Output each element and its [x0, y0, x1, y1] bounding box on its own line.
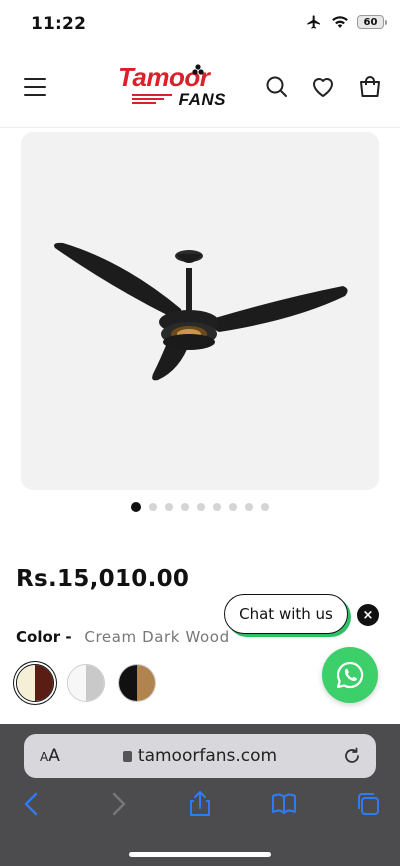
chat-close-button[interactable]: × [357, 604, 379, 626]
cart-bag-icon[interactable] [357, 74, 383, 100]
whatsapp-icon [336, 661, 364, 689]
search-icon[interactable] [264, 74, 290, 100]
url-display[interactable]: tamoorfans.com [24, 746, 376, 766]
gallery-pagination [0, 502, 400, 512]
status-icons: 60 [305, 14, 387, 30]
selected-color-value: Cream Dark Wood [84, 628, 230, 646]
gallery-dot[interactable] [165, 503, 173, 511]
forward-arrow-icon[interactable] [104, 790, 132, 818]
chat-with-us-button[interactable]: Chat with us [224, 594, 348, 634]
airplane-icon [307, 15, 320, 29]
logo-fan-icon [192, 64, 204, 75]
gallery-dot[interactable] [245, 503, 253, 511]
share-icon[interactable] [186, 790, 214, 818]
product-price: Rs.15,010.00 [16, 566, 190, 592]
color-swatch-black-wood[interactable] [118, 664, 156, 702]
wishlist-heart-icon[interactable] [310, 74, 336, 100]
lock-icon [122, 751, 132, 762]
color-swatch-white-silver[interactable] [67, 664, 105, 702]
logo-speed-lines [132, 94, 172, 108]
ceiling-fan-image [54, 242, 348, 381]
brand-logo[interactable]: Tamoor FANS [118, 62, 230, 112]
gallery-dot[interactable] [261, 503, 269, 511]
browser-bottom-bar: AA tamoorfans.com [0, 724, 400, 866]
battery-indicator: 60 [357, 15, 387, 29]
gallery-dot[interactable] [229, 503, 237, 511]
status-time: 11:22 [31, 14, 87, 34]
gallery-dot[interactable] [131, 502, 141, 512]
reload-icon[interactable] [342, 746, 362, 766]
product-image-gallery[interactable] [21, 132, 379, 490]
logo-subtext: FANS [178, 90, 226, 109]
color-selection-label: Color - Cream Dark Wood [16, 628, 230, 646]
tabs-icon[interactable] [354, 790, 382, 818]
gallery-dot[interactable] [197, 503, 205, 511]
battery-level: 60 [363, 16, 378, 28]
bookmarks-icon[interactable] [270, 790, 298, 818]
menu-icon[interactable] [24, 78, 46, 96]
site-header: Tamoor FANS [0, 48, 400, 128]
color-label: Color - [16, 628, 72, 646]
gallery-dot[interactable] [149, 503, 157, 511]
whatsapp-button[interactable] [322, 647, 378, 703]
color-swatch-cream-dark-wood[interactable] [16, 664, 54, 702]
gallery-dot[interactable] [181, 503, 189, 511]
wifi-icon [332, 16, 348, 28]
gallery-dot[interactable] [213, 503, 221, 511]
status-bar: 11:22 60 [0, 0, 400, 48]
address-bar[interactable]: AA tamoorfans.com [24, 734, 376, 778]
url-text: tamoorfans.com [137, 746, 278, 766]
home-indicator [129, 852, 271, 857]
back-arrow-icon[interactable] [18, 790, 46, 818]
browser-toolbar [0, 790, 400, 824]
